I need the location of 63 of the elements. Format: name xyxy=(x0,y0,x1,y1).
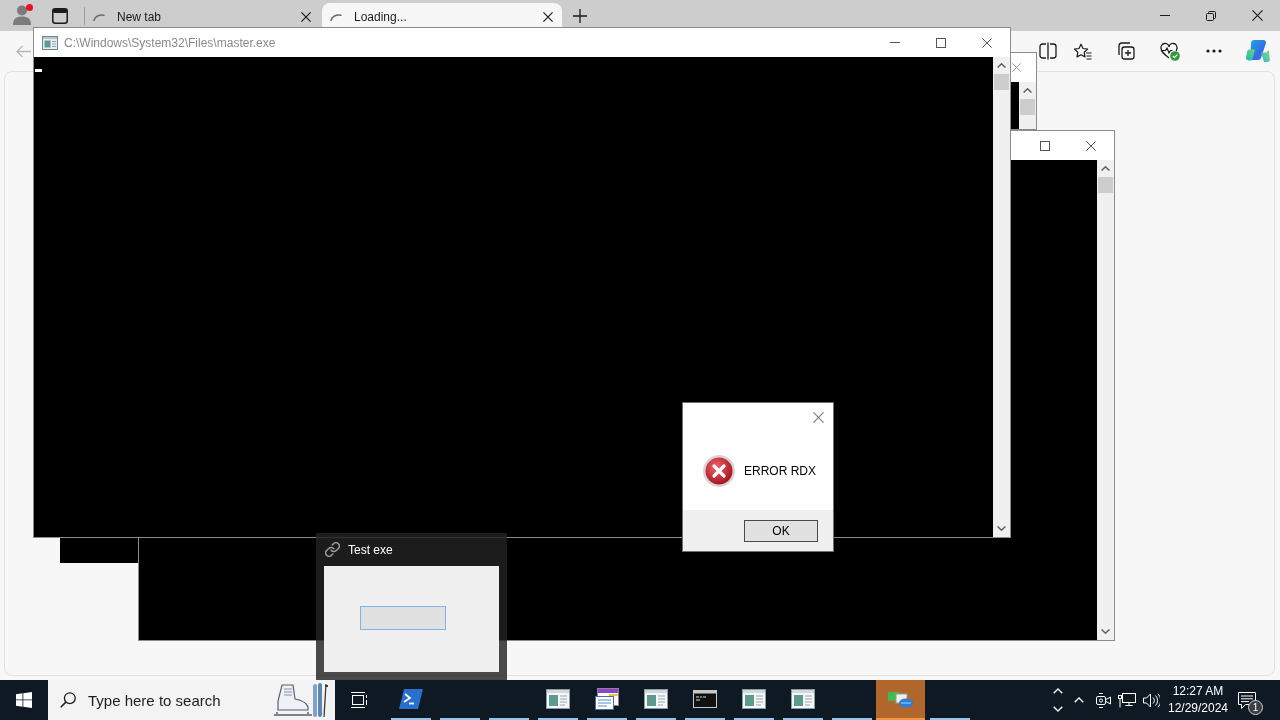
app-window-icon xyxy=(545,689,570,709)
volume-icon xyxy=(1142,692,1160,708)
error-icon xyxy=(703,454,735,487)
collections-icon xyxy=(1117,42,1135,60)
error-message: ERROR RDX xyxy=(744,463,816,478)
close-icon xyxy=(1251,10,1263,21)
tab-actions-icon xyxy=(52,7,68,24)
search-icon xyxy=(60,692,76,708)
window-icon xyxy=(42,35,58,50)
status-dot-icon xyxy=(26,4,33,11)
notification-button[interactable]: 1 xyxy=(1233,680,1261,720)
app-window-icon xyxy=(790,689,815,709)
scrollbar-thumb[interactable] xyxy=(994,74,1009,90)
tab-close-button[interactable] xyxy=(540,9,556,25)
more-icon xyxy=(1206,49,1222,53)
link-icon xyxy=(325,542,340,557)
notification-count-badge: 1 xyxy=(1248,700,1263,715)
avatar-icon xyxy=(13,5,31,25)
app-window-icon xyxy=(643,689,668,709)
minimize-icon xyxy=(890,42,900,43)
restore-icon xyxy=(1206,10,1216,21)
close-icon xyxy=(543,12,553,22)
favorites-icon xyxy=(1072,42,1092,60)
scrollbar-thumb[interactable] xyxy=(1020,99,1035,115)
close-icon xyxy=(301,12,311,22)
clock-button[interactable]: 12:27 AM 12/29/2024 xyxy=(1163,680,1233,720)
wired-network-icon xyxy=(1118,692,1136,708)
logo-icon xyxy=(1246,39,1270,63)
search-input[interactable]: Type here to search xyxy=(88,689,256,711)
maximize-icon xyxy=(1040,140,1050,151)
taskbar-preview[interactable]: Test exe xyxy=(316,533,507,680)
close-icon xyxy=(1086,140,1096,151)
start-icon xyxy=(16,692,32,708)
minimize-icon xyxy=(1160,15,1170,16)
window-title: C:\Windows\System32\Files\master.exe xyxy=(64,35,276,50)
close-icon xyxy=(812,411,824,423)
tab-close-button[interactable] xyxy=(298,9,314,25)
app-window-icon xyxy=(741,689,766,709)
scrollbar-thumb[interactable] xyxy=(1098,177,1113,193)
video-camera-icon xyxy=(1095,692,1111,708)
back-arrow-icon xyxy=(15,44,31,58)
search-box[interactable]: Type here to search xyxy=(48,680,335,720)
preview-title: Test exe xyxy=(348,542,393,557)
scrollbar[interactable] xyxy=(1019,82,1036,129)
prompt-icon xyxy=(398,689,423,709)
heart-pulse-icon xyxy=(1160,41,1180,61)
plus-icon xyxy=(573,8,587,23)
close-icon xyxy=(982,37,992,48)
split-screen-icon xyxy=(1039,42,1057,60)
form-window-icon xyxy=(594,688,619,710)
ok-button[interactable]: OK xyxy=(744,519,818,542)
scrollbar[interactable] xyxy=(993,57,1010,537)
loading-spinner-icon xyxy=(330,13,342,21)
browser-tab[interactable]: New tab xyxy=(85,3,320,31)
task-view-icon xyxy=(350,692,368,708)
chevron-up-icon xyxy=(1074,697,1084,703)
loading-spinner-icon xyxy=(93,13,105,21)
console-icon xyxy=(692,690,717,708)
maximize-icon xyxy=(936,37,946,48)
scrollbar[interactable] xyxy=(1097,160,1114,640)
notification-icon xyxy=(1238,691,1256,709)
console-output xyxy=(1011,82,1019,129)
network-icon xyxy=(887,690,914,708)
